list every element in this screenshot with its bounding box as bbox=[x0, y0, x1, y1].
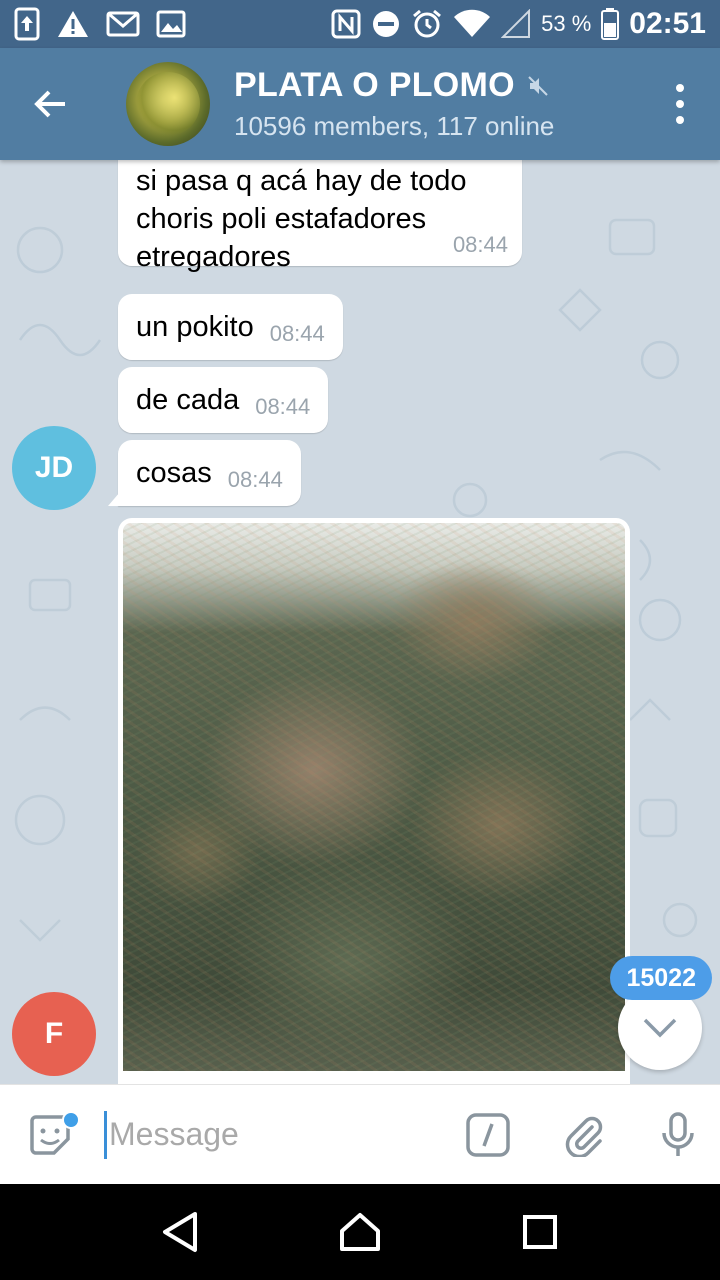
more-dot-icon bbox=[676, 100, 684, 108]
message-bubble[interactable]: de cada 08:44 bbox=[118, 367, 329, 433]
group-title: PLATA O PLOMO bbox=[234, 66, 515, 104]
message-text-line: etregadores bbox=[136, 241, 291, 273]
more-dot-icon bbox=[676, 84, 684, 92]
square-recents-icon bbox=[523, 1215, 557, 1249]
nfc-icon bbox=[331, 9, 361, 39]
chevron-down-icon bbox=[643, 1018, 677, 1038]
message-bubble[interactable]: si pasa q acá hay de todo choris poli es… bbox=[118, 160, 522, 273]
slash-command-icon bbox=[466, 1112, 510, 1157]
home-icon bbox=[340, 1213, 380, 1251]
message-text-line: si pasa q acá hay de todo bbox=[136, 165, 467, 197]
do-not-disturb-icon bbox=[373, 11, 400, 37]
bot-command-button[interactable] bbox=[453, 1085, 523, 1185]
message-time: 08:44 bbox=[255, 394, 311, 419]
message-bubble[interactable]: cosas 08:44 bbox=[118, 440, 301, 506]
alarm-icon bbox=[413, 9, 442, 38]
muted-icon bbox=[528, 75, 548, 96]
message-composer bbox=[0, 1084, 720, 1184]
gmail-icon bbox=[106, 11, 140, 37]
status-bar: 53 % 02:51 bbox=[0, 0, 720, 48]
clock: 02:51 bbox=[629, 7, 706, 40]
paperclip-icon bbox=[565, 1116, 603, 1157]
new-stickers-dot bbox=[62, 1110, 80, 1129]
unread-count-badge: 15022 bbox=[610, 956, 712, 1000]
back-arrow-icon bbox=[34, 90, 65, 118]
message-list[interactable]: si pasa q acá hay de todo choris poli es… bbox=[0, 160, 720, 1084]
voice-message-button[interactable] bbox=[643, 1085, 713, 1185]
upload-notification-icon bbox=[14, 7, 40, 41]
nav-recents-button[interactable] bbox=[500, 1192, 580, 1272]
battery-icon bbox=[601, 8, 620, 40]
nav-home-button[interactable] bbox=[320, 1192, 400, 1272]
message-text: cosas bbox=[136, 457, 212, 489]
message-text-line: choris poli estafadores bbox=[136, 203, 427, 235]
photo-message[interactable] bbox=[118, 518, 630, 1084]
user-avatar-f[interactable]: F bbox=[12, 992, 96, 1076]
message-time: 08:44 bbox=[269, 321, 325, 346]
message-input[interactable] bbox=[109, 1104, 449, 1165]
chat-header: PLATA O PLOMO 10596 members, 117 online bbox=[0, 48, 720, 160]
message-text: un pokito bbox=[136, 311, 254, 343]
more-options-button[interactable] bbox=[670, 76, 690, 132]
triangle-back-icon bbox=[163, 1212, 197, 1252]
battery-percent: 53 % bbox=[541, 11, 592, 36]
text-cursor bbox=[104, 1110, 107, 1159]
cell-signal-icon bbox=[501, 9, 531, 38]
nav-back-button[interactable] bbox=[140, 1192, 220, 1272]
message-time: 08:44 bbox=[227, 467, 283, 492]
attach-button[interactable] bbox=[549, 1085, 619, 1185]
image-notification-icon bbox=[156, 10, 186, 38]
more-dot-icon bbox=[676, 116, 684, 124]
message-time: 08:44 bbox=[452, 232, 508, 257]
user-avatar-jd[interactable]: JD bbox=[12, 426, 96, 510]
message-bubble[interactable]: un pokito 08:44 bbox=[118, 294, 343, 360]
group-avatar[interactable] bbox=[126, 62, 210, 146]
group-info[interactable]: PLATA O PLOMO 10596 members, 117 online bbox=[234, 66, 554, 142]
system-nav-bar bbox=[0, 1184, 720, 1280]
microphone-icon bbox=[662, 1111, 694, 1156]
sticker-button[interactable] bbox=[0, 1085, 100, 1185]
group-member-count: 10596 members, 117 online bbox=[234, 111, 555, 141]
message-text: de cada bbox=[136, 384, 240, 416]
wifi-icon bbox=[454, 9, 491, 38]
warning-icon bbox=[58, 11, 88, 37]
back-button[interactable] bbox=[0, 48, 100, 160]
photo-image[interactable] bbox=[123, 523, 625, 1071]
